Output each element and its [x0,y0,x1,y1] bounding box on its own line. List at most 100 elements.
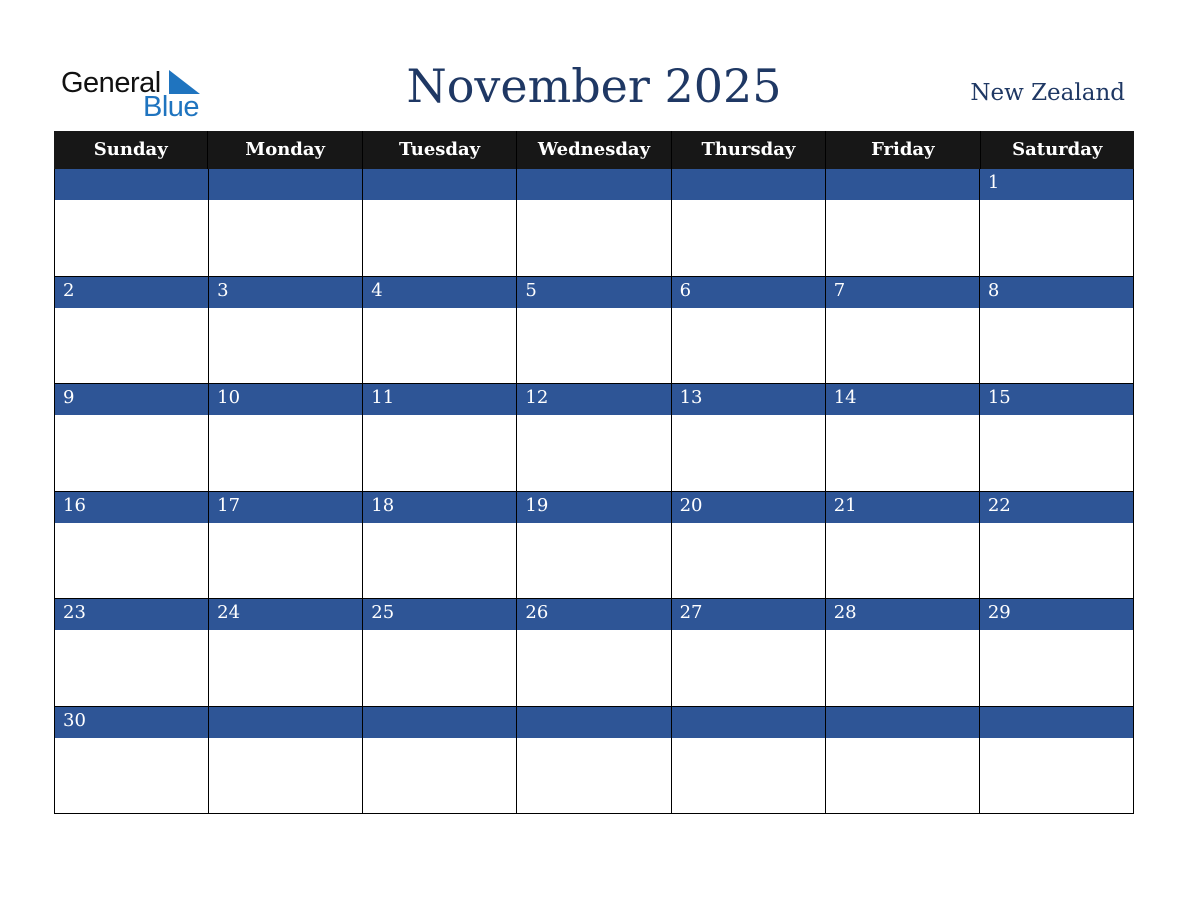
day-notes-area[interactable] [55,630,209,707]
day-cell[interactable]: 30 [54,706,209,814]
day-notes-area[interactable] [55,522,209,599]
day-cell[interactable]: 7 [824,276,979,384]
day-cell[interactable]: 1 [978,169,1134,277]
day-notes-area[interactable] [209,415,363,492]
day-cell[interactable]: 5 [516,276,671,384]
day-cell[interactable]: 2 [54,276,209,384]
day-cell[interactable]: 3 [208,276,363,384]
day-cell[interactable]: 10 [208,384,363,492]
day-cell[interactable]: 21 [824,491,979,599]
day-number: 23 [55,599,209,630]
day-cell[interactable] [362,169,517,277]
day-notes-area[interactable] [825,415,979,492]
day-notes-area[interactable] [671,307,825,384]
day-notes-area[interactable] [825,630,979,707]
day-notes-area[interactable] [825,200,979,277]
day-notes-area[interactable] [209,200,363,277]
day-number: 13 [671,384,825,415]
day-notes-area[interactable] [517,630,671,707]
week-row: 2345678 [54,276,1134,384]
day-notes-area[interactable] [979,737,1133,814]
day-cell[interactable]: 20 [670,491,825,599]
day-cell[interactable] [208,169,363,277]
day-cell[interactable]: 15 [978,384,1134,492]
day-notes-area[interactable] [979,415,1133,492]
day-cell[interactable] [362,706,517,814]
day-number: 5 [517,276,671,308]
day-notes-area[interactable] [825,522,979,599]
day-cell[interactable] [824,169,979,277]
day-notes-area[interactable] [363,630,517,707]
day-notes-area[interactable] [55,200,209,277]
day-cell[interactable]: 25 [362,599,517,707]
weekday-header: Sunday [93,139,168,160]
week-row: 9 10 11 12 13 14 15 [54,384,1134,492]
day-cell[interactable]: 17 [208,491,363,599]
day-number [517,169,671,200]
day-notes-area[interactable] [209,307,363,384]
day-cell[interactable] [516,169,671,277]
day-number: 20 [671,491,825,523]
day-cell[interactable]: 16 [54,491,209,599]
day-notes-area[interactable] [363,737,517,814]
day-cell[interactable] [54,169,209,277]
day-cell[interactable]: 27 [670,599,825,707]
day-cell[interactable]: 4 [362,276,517,384]
day-cell[interactable]: 24 [208,599,363,707]
day-cell[interactable]: 19 [516,491,671,599]
day-notes-area[interactable] [363,522,517,599]
day-notes-area[interactable] [671,522,825,599]
day-cell[interactable]: 18 [362,491,517,599]
country-label: New Zealand [970,80,1125,106]
day-cell[interactable]: 14 [824,384,979,492]
day-cell[interactable]: 28 [824,599,979,707]
day-notes-area[interactable] [671,630,825,707]
day-notes-area[interactable] [517,200,671,277]
day-notes-area[interactable] [825,307,979,384]
day-notes-area[interactable] [517,737,671,814]
day-cell[interactable]: 8 [978,276,1134,384]
day-cell[interactable]: 11 [362,384,517,492]
day-cell[interactable] [208,706,363,814]
day-cell[interactable]: 22 [978,491,1134,599]
day-notes-area[interactable] [363,415,517,492]
day-notes-area[interactable] [979,307,1133,384]
day-notes-area[interactable] [363,200,517,277]
day-notes-area[interactable] [671,737,825,814]
day-notes-area[interactable] [517,522,671,599]
calendar-grid: Sunday Monday Tuesday Wednesday Thursday… [54,131,1134,814]
day-cell[interactable] [670,706,825,814]
day-cell[interactable] [516,706,671,814]
day-notes-area[interactable] [517,415,671,492]
day-notes-area[interactable] [209,522,363,599]
day-notes-area[interactable] [825,737,979,814]
day-number: 2 [55,276,209,308]
day-cell[interactable]: 13 [670,384,825,492]
day-number: 18 [363,491,517,523]
day-cell[interactable]: 29 [978,599,1134,707]
weekday-header: Monday [207,131,361,169]
day-notes-area[interactable] [55,415,209,492]
day-cell[interactable]: 9 [54,384,209,492]
day-notes-area[interactable] [671,200,825,277]
day-notes-area[interactable] [671,415,825,492]
day-notes-area[interactable] [209,737,363,814]
day-notes-area[interactable] [55,737,209,814]
day-number: 19 [517,491,671,523]
day-cell[interactable]: 12 [516,384,671,492]
day-notes-area[interactable] [979,522,1133,599]
day-notes-area[interactable] [55,307,209,384]
day-cell[interactable]: 6 [670,276,825,384]
day-notes-area[interactable] [517,307,671,384]
day-notes-area[interactable] [209,630,363,707]
day-notes-area[interactable] [979,200,1133,277]
day-cell[interactable]: 23 [54,599,209,707]
day-notes-area[interactable] [363,307,517,384]
day-cell[interactable] [670,169,825,277]
day-cell[interactable] [978,706,1134,814]
day-cell[interactable]: 26 [516,599,671,707]
day-cell[interactable] [824,706,979,814]
day-number [363,169,517,200]
day-notes-area[interactable] [979,630,1133,707]
day-number: 27 [671,599,825,630]
